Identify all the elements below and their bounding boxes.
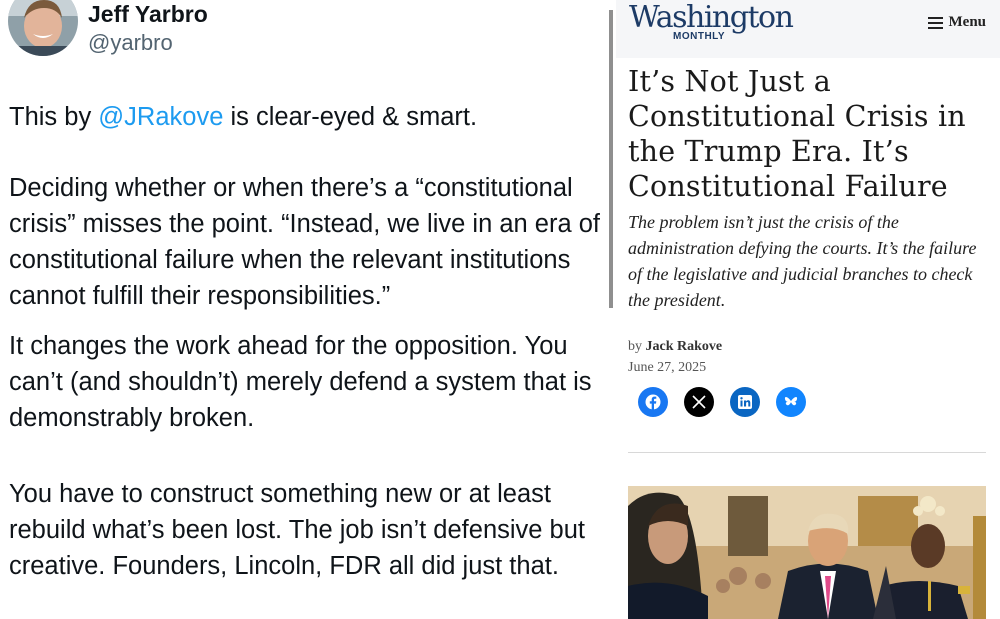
menu-label: Menu — [948, 14, 987, 30]
share-buttons — [638, 387, 806, 417]
article-headline: It’s Not Just a Constitutional Crisis in… — [628, 65, 966, 203]
divider — [609, 10, 613, 308]
article-photo-image — [628, 486, 986, 619]
site-logo-subtitle: MONTHLY — [673, 31, 726, 42]
byline: by Jack Rakove — [628, 339, 722, 355]
facebook-share-button[interactable] — [638, 387, 668, 417]
article-photo — [628, 486, 986, 619]
article-screenshot: Washington MONTHLY Menu It’s Not Just a … — [616, 0, 1000, 619]
linkedin-icon — [738, 395, 752, 409]
tweet-paragraph-3: It changes the work ahead for the opposi… — [9, 332, 592, 432]
tweet-paragraph-1: This by @JRakove is clear-eyed & smart. — [9, 99, 609, 135]
x-share-button[interactable] — [684, 387, 714, 417]
linkedin-share-button[interactable] — [730, 387, 760, 417]
author-link[interactable]: Jack Rakove — [646, 339, 723, 354]
facebook-icon — [645, 394, 661, 410]
author-handle[interactable]: @yarbro — [88, 30, 173, 56]
divider — [628, 452, 986, 453]
article-dek: The problem isn’t just the crisis of the… — [628, 212, 977, 310]
avatar[interactable] — [8, 0, 78, 56]
publish-date: June 27, 2025 — [628, 360, 707, 375]
tweet-paragraph-2: Deciding whether or when there’s a “cons… — [9, 174, 600, 310]
mention-link[interactable]: @JRakove — [98, 103, 223, 131]
author-name[interactable]: Jeff Yarbro — [88, 0, 208, 28]
tweet-text: is clear-eyed & smart. — [223, 103, 478, 131]
avatar-photo — [8, 0, 78, 56]
tweet-paragraph-4: You have to construct something new or a… — [9, 480, 586, 580]
bluesky-icon — [784, 397, 798, 406]
byline-prefix: by — [628, 339, 642, 354]
site-header: Washington MONTHLY Menu — [616, 0, 1000, 58]
menu-button[interactable]: Menu — [927, 14, 987, 31]
tweet-text: This by — [9, 103, 99, 131]
hamburger-icon — [927, 17, 943, 29]
tweet: Jeff Yarbro @yarbro This by @JRakove is … — [0, 0, 612, 619]
x-icon — [692, 395, 706, 409]
bluesky-share-button[interactable] — [776, 387, 806, 417]
